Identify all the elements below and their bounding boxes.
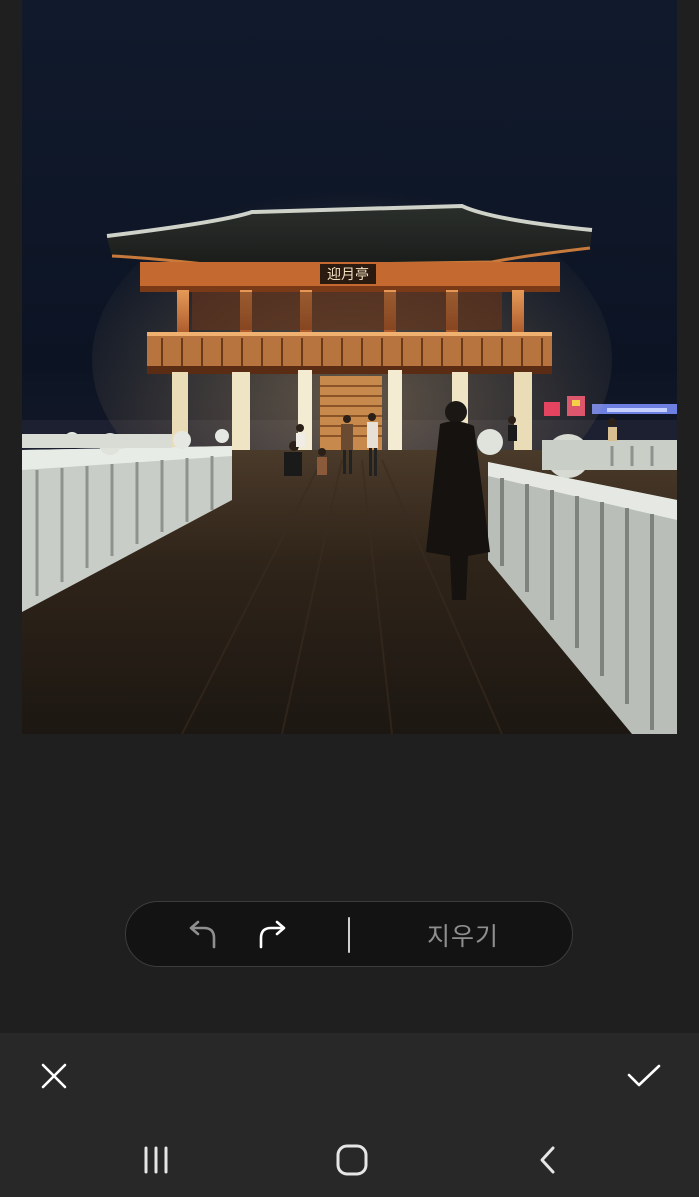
home-icon: [336, 1144, 368, 1176]
toolbar-divider: [348, 917, 350, 953]
photo-editor-screen: 迎月亭 지우기: [0, 0, 699, 1197]
pavilion-sign: 迎月亭: [327, 266, 369, 283]
cancel-button[interactable]: [29, 1051, 79, 1101]
edit-toolbar: 지우기: [125, 901, 573, 967]
check-icon: [627, 1064, 661, 1087]
edited-photo[interactable]: 迎月亭: [22, 0, 677, 734]
undo-arrow-icon: [189, 920, 216, 949]
bottom-action-bar: [0, 1033, 699, 1197]
erase-button[interactable]: 지우기: [398, 902, 528, 968]
close-icon: [41, 1063, 67, 1089]
back-chevron-icon: [540, 1146, 555, 1174]
redo-arrow-icon: [259, 920, 286, 949]
undo-button[interactable]: [181, 902, 225, 968]
nav-home-button[interactable]: [322, 1135, 382, 1185]
erase-label: 지우기: [426, 922, 499, 951]
redo-button[interactable]: [250, 902, 294, 968]
nav-back-button[interactable]: [518, 1135, 578, 1185]
confirm-button[interactable]: [619, 1051, 669, 1101]
nav-recent-apps-button[interactable]: [126, 1135, 186, 1185]
recent-apps-icon: [144, 1146, 168, 1174]
